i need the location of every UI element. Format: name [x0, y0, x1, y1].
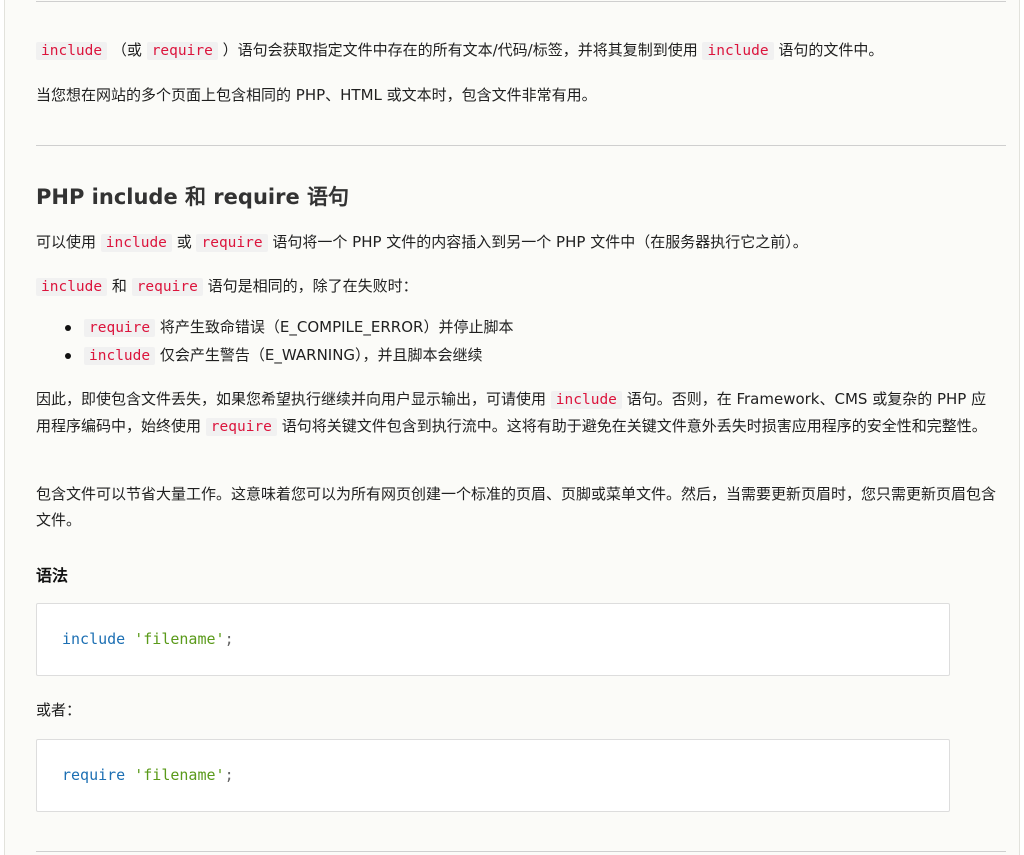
inline-code-require: require: [196, 234, 268, 252]
code-block-include: include 'filename';: [36, 603, 950, 676]
section-text: 和: [111, 277, 127, 295]
intro-text: ）语句会获取指定文件中存在的所有文本/代码/标签，并将其复制到使用: [222, 41, 698, 59]
inline-code-require: require: [205, 418, 277, 436]
section-text: 因此，即使包含文件丢失，如果您希望执行继续并向用户显示输出，可请使用: [36, 390, 547, 408]
code-line: include 'filename';: [62, 630, 234, 648]
section-paragraph-2: include 和 require 语句是相同的，除了在失败时：: [36, 273, 996, 300]
section-divider: [36, 145, 1006, 146]
list-item: include 仅会产生警告（E_WARNING），并且脚本会继续: [36, 342, 513, 370]
section-heading: PHP include 和 require 语句: [36, 185, 350, 209]
inline-code-include: include: [550, 391, 622, 409]
section-paragraph-1: 可以使用 include 或 require 语句将一个 PHP 文件的内容插入…: [36, 229, 996, 256]
code-punctuation: ;: [224, 766, 234, 784]
article-page: include （或 require ）语句会获取指定文件中存在的所有文本/代码…: [4, 0, 1020, 855]
or-label: 或者：: [36, 701, 82, 719]
section-paragraph-3: 因此，即使包含文件丢失，如果您希望执行继续并向用户显示输出，可请使用 inclu…: [36, 386, 996, 440]
bullet-dot-icon: [65, 325, 71, 331]
inline-code-include: include: [702, 42, 774, 60]
bottom-divider: [36, 851, 1006, 852]
section-text: 语句是相同的，除了在失败时：: [207, 277, 418, 295]
list-item: require 将产生致命错误（E_COMPILE_ERROR）并停止脚本: [36, 314, 513, 342]
inline-code-require: require: [131, 278, 203, 296]
bullet-dot-icon: [65, 353, 71, 359]
code-keyword: require: [62, 766, 126, 784]
section-text: 或: [176, 233, 192, 251]
syntax-heading: 语法: [36, 566, 69, 585]
section-text: 语句将关键文件包含到执行流中。这将有助于避免在关键文件意外丢失时损害应用程序的安…: [281, 417, 987, 435]
code-string: 'filename': [134, 630, 225, 648]
inline-code-require: require: [146, 42, 218, 60]
section-text: 可以使用: [36, 233, 97, 251]
section-paragraph-4: 包含文件可以节省大量工作。这意味着您可以为所有网页创建一个标准的页眉、页脚或菜单…: [36, 485, 997, 529]
intro-text: （或: [111, 41, 142, 59]
inline-code-include: include: [100, 234, 172, 252]
intro-text: 语句的文件中。: [778, 41, 884, 59]
section-text: 语句将一个 PHP 文件的内容插入到另一个 PHP 文件中（在服务器执行它之前）…: [272, 233, 808, 251]
code-line: require 'filename';: [62, 766, 234, 784]
code-keyword: include: [62, 630, 126, 648]
code-block-require: require 'filename';: [36, 739, 950, 812]
top-divider: [36, 1, 1006, 2]
inline-code-include: include: [84, 347, 156, 365]
inline-code-require: require: [84, 319, 156, 337]
inline-code-include: include: [36, 278, 108, 296]
failure-behavior-list: require 将产生致命错误（E_COMPILE_ERROR）并停止脚本 in…: [36, 314, 513, 370]
inline-code-include: include: [36, 42, 108, 60]
code-string: 'filename': [134, 766, 225, 784]
list-item-text: 仅会产生警告（E_WARNING），并且脚本会继续: [159, 346, 483, 364]
intro-paragraph-2: 当您想在网站的多个页面上包含相同的 PHP、HTML 或文本时，包含文件非常有用…: [36, 86, 597, 104]
intro-paragraph-1: include （或 require ）语句会获取指定文件中存在的所有文本/代码…: [36, 37, 996, 64]
list-item-text: 将产生致命错误（E_COMPILE_ERROR）并停止脚本: [159, 318, 514, 336]
code-punctuation: ;: [224, 630, 234, 648]
